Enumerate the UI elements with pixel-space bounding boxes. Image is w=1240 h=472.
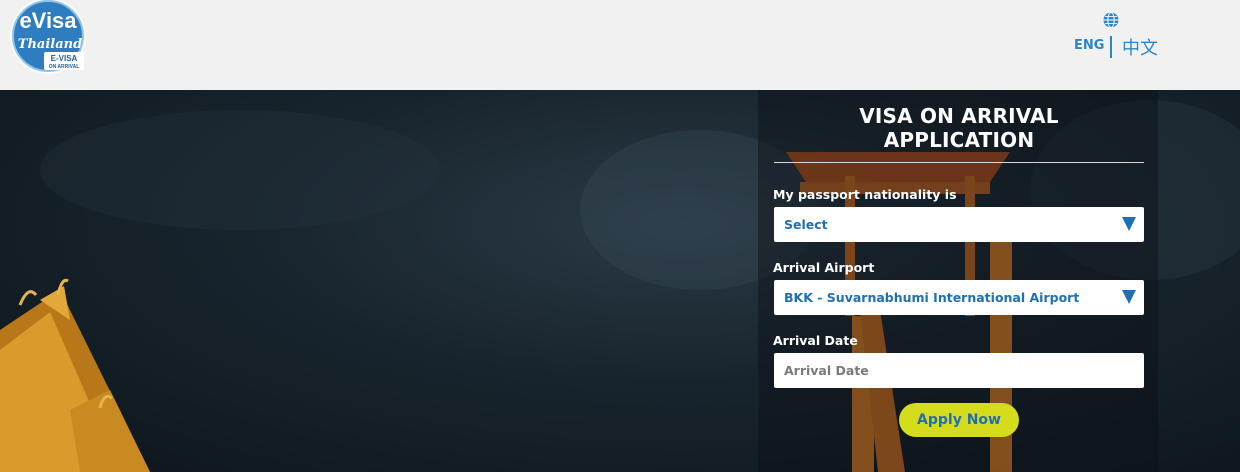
site-header: eVisa Thailand E-VISA ON ARRIVAL ENG 中文 [0, 0, 1240, 90]
nationality-select[interactable]: Select [774, 207, 1144, 242]
language-switcher: ENG 中文 [1066, 10, 1166, 66]
svg-text:Thailand: Thailand [18, 37, 82, 52]
language-divider [1110, 36, 1112, 58]
chevron-down-icon[interactable] [1122, 290, 1136, 304]
globe-icon[interactable] [1103, 12, 1119, 28]
svg-text:eVisa: eVisa [19, 8, 77, 33]
form-title-line1: VISA ON ARRIVAL [859, 104, 1059, 128]
arrival-date-placeholder: Arrival Date [784, 363, 869, 378]
form-title: VISA ON ARRIVAL APPLICATION [774, 104, 1144, 152]
airport-select[interactable]: BKK - Suvarnabhumi International Airport [774, 280, 1144, 315]
apply-now-button[interactable]: Apply Now [899, 403, 1019, 437]
arrival-date-input[interactable]: Arrival Date [774, 353, 1144, 388]
airport-label: Arrival Airport [773, 260, 875, 275]
form-title-divider [774, 162, 1144, 163]
evisa-thailand-logo[interactable]: eVisa Thailand E-VISA ON ARRIVAL [4, 0, 90, 74]
nationality-value: Select [784, 217, 828, 232]
arrival-date-label: Arrival Date [773, 333, 858, 348]
form-title-line2: APPLICATION [883, 128, 1035, 152]
language-chinese-link[interactable]: 中文 [1122, 34, 1158, 60]
chevron-down-icon[interactable] [1122, 217, 1136, 231]
svg-text:ON ARRIVAL: ON ARRIVAL [49, 64, 80, 70]
nationality-label: My passport nationality is [773, 187, 957, 202]
svg-text:E-VISA: E-VISA [51, 54, 78, 63]
airport-value: BKK - Suvarnabhumi International Airport [784, 290, 1080, 305]
language-eng-link[interactable]: ENG [1074, 38, 1104, 53]
